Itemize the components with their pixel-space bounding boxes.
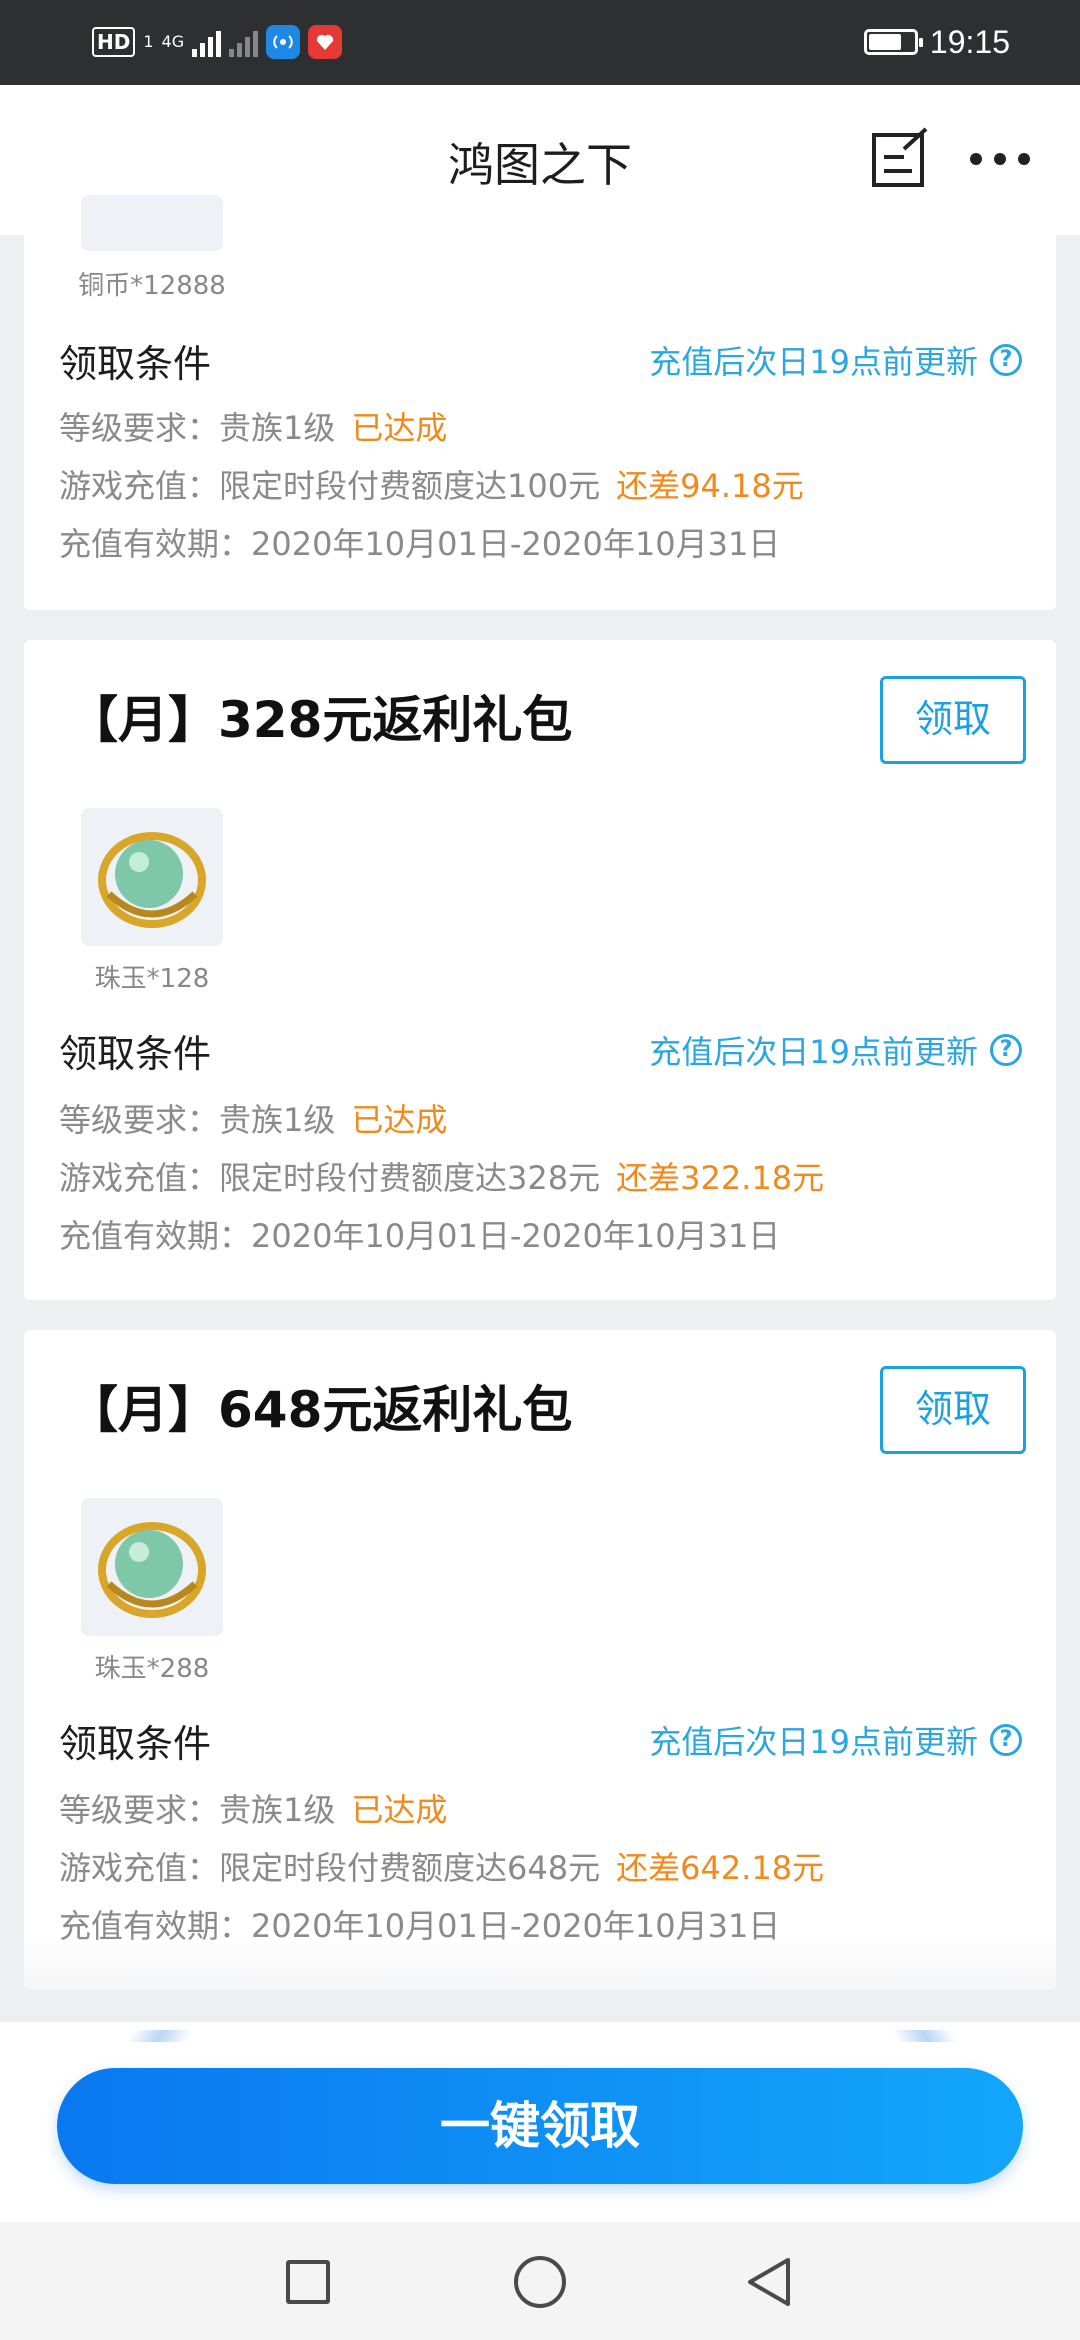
square-icon[interactable] (286, 2260, 330, 2304)
gift-card-1: 铜币*12888 领取条件 充值后次日19点前更新 ? 等级要求：贵族1级 已达成… (24, 195, 1056, 610)
level-requirement-text: 等级要求：贵族1级 (59, 409, 336, 447)
decor-stripe-left (126, 2030, 194, 2042)
item-thumbnail (81, 195, 223, 251)
status-bar: HD 1 4G 19:15 (0, 0, 1080, 85)
battery-icon (863, 29, 923, 55)
recharge-requirement-text: 游戏充值：限定时段付费额度达648元 (59, 1849, 601, 1887)
jade-orb-icon (98, 1522, 206, 1618)
notification-app-icon (308, 25, 343, 59)
item-caption: 铜币*12888 (78, 271, 226, 301)
hd-badge: HD (92, 27, 136, 57)
triangle-back-icon[interactable] (744, 2254, 794, 2310)
recharge-diff: 还差322.18元 (616, 1159, 825, 1197)
level-requirement: 等级要求：贵族1级 已达成 (59, 1785, 447, 1831)
sim-label: 1 (143, 32, 154, 51)
recharge-requirement: 游戏充值：限定时段付费额度达648元 还差642.18元 (59, 1843, 824, 1889)
level-status: 已达成 (351, 409, 448, 447)
update-note[interactable]: 充值后次日19点前更新 ? (649, 1027, 1022, 1073)
level-requirement: 等级要求：贵族1级 已达成 (59, 403, 447, 449)
scroll-fade (0, 1935, 1080, 2025)
more-dots-icon[interactable] (970, 149, 1034, 169)
status-time: 19:15 (929, 23, 1010, 60)
level-status: 已达成 (351, 1101, 448, 1139)
recharge-requirement: 游戏充值：限定时段付费额度达328元 还差322.18元 (59, 1153, 824, 1199)
item-caption: 珠玉*128 (94, 964, 210, 994)
jade-orb-icon (98, 832, 206, 928)
gift-card-3: 【月】648元返利礼包 领取 珠玉*288 领取条件 充值后次日19点前更新 ?… (24, 1330, 1056, 1990)
status-icons-left: HD 1 4G (92, 22, 343, 62)
update-note[interactable]: 充值后次日19点前更新 ? (649, 1717, 1022, 1763)
help-icon[interactable]: ? (990, 1034, 1022, 1066)
gift-title: 【月】328元返利礼包 (68, 691, 573, 749)
level-requirement-text: 等级要求：贵族1级 (59, 1101, 336, 1139)
help-icon[interactable]: ? (990, 1724, 1022, 1756)
claim-button[interactable]: 领取 (880, 1366, 1026, 1454)
conditions-title: 领取条件 (59, 1722, 212, 1766)
circle-icon[interactable] (514, 2256, 566, 2308)
recharge-requirement-text: 游戏充值：限定时段付费额度达328元 (59, 1159, 601, 1197)
item-caption: 珠玉*288 (94, 1654, 210, 1684)
conditions-title: 领取条件 (59, 342, 212, 386)
claim-all-button[interactable]: 一键领取 (57, 2068, 1023, 2184)
recharge-diff: 还差642.18元 (616, 1849, 825, 1887)
validity-period: 充值有效期：2020年10月01日-2020年10月31日 (59, 525, 781, 563)
level-requirement-text: 等级要求：贵族1级 (59, 1791, 336, 1829)
gift-title: 【月】648元返利礼包 (68, 1381, 573, 1439)
hotspot-app-icon (266, 25, 301, 59)
edit-note-icon[interactable] (868, 127, 932, 191)
recharge-requirement: 游戏充值：限定时段付费额度达100元 还差94.18元 (59, 461, 804, 507)
update-note-text: 充值后次日19点前更新 (649, 1033, 978, 1071)
level-requirement: 等级要求：贵族1级 已达成 (59, 1095, 447, 1141)
decor-stripe-right (891, 2030, 959, 2042)
system-nav-bar (0, 2222, 1080, 2340)
claim-button[interactable]: 领取 (880, 676, 1026, 764)
validity-period: 充值有效期：2020年10月01日-2020年10月31日 (59, 1217, 781, 1255)
network-label: 4G (161, 32, 185, 51)
update-note-text: 充值后次日19点前更新 (649, 1723, 978, 1761)
signal-secondary-icon (229, 27, 259, 57)
status-icons-right: 19:15 (863, 20, 1010, 64)
recharge-requirement-text: 游戏充值：限定时段付费额度达100元 (59, 467, 601, 505)
item-thumbnail[interactable] (81, 1498, 223, 1636)
level-status: 已达成 (351, 1791, 448, 1829)
update-note[interactable]: 充值后次日19点前更新 ? (649, 337, 1022, 383)
recharge-diff: 还差94.18元 (616, 467, 804, 505)
help-icon[interactable]: ? (990, 344, 1022, 376)
item-thumbnail[interactable] (81, 808, 223, 946)
signal-icon (192, 27, 222, 57)
conditions-title: 领取条件 (59, 1032, 212, 1076)
update-note-text: 充值后次日19点前更新 (649, 343, 978, 381)
gift-card-2: 【月】328元返利礼包 领取 珠玉*128 领取条件 充值后次日19点前更新 ?… (24, 640, 1056, 1300)
